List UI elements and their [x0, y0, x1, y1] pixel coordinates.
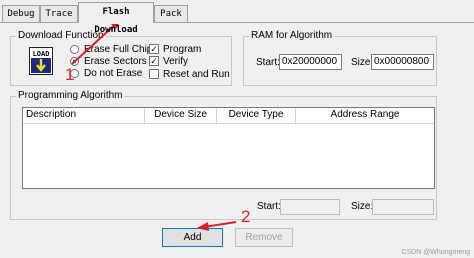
annotation-arrow-2 [203, 221, 237, 228]
arrow-head-2 [197, 222, 209, 231]
annotation-arrows [71, 18, 237, 231]
watermark-text: CSDN @Whongmeng [401, 249, 470, 256]
tab-flash-download[interactable]: Flash Download [78, 2, 154, 35]
annotation-number-1: 1 [65, 65, 75, 84]
annotation-number-2: 2 [241, 207, 251, 226]
